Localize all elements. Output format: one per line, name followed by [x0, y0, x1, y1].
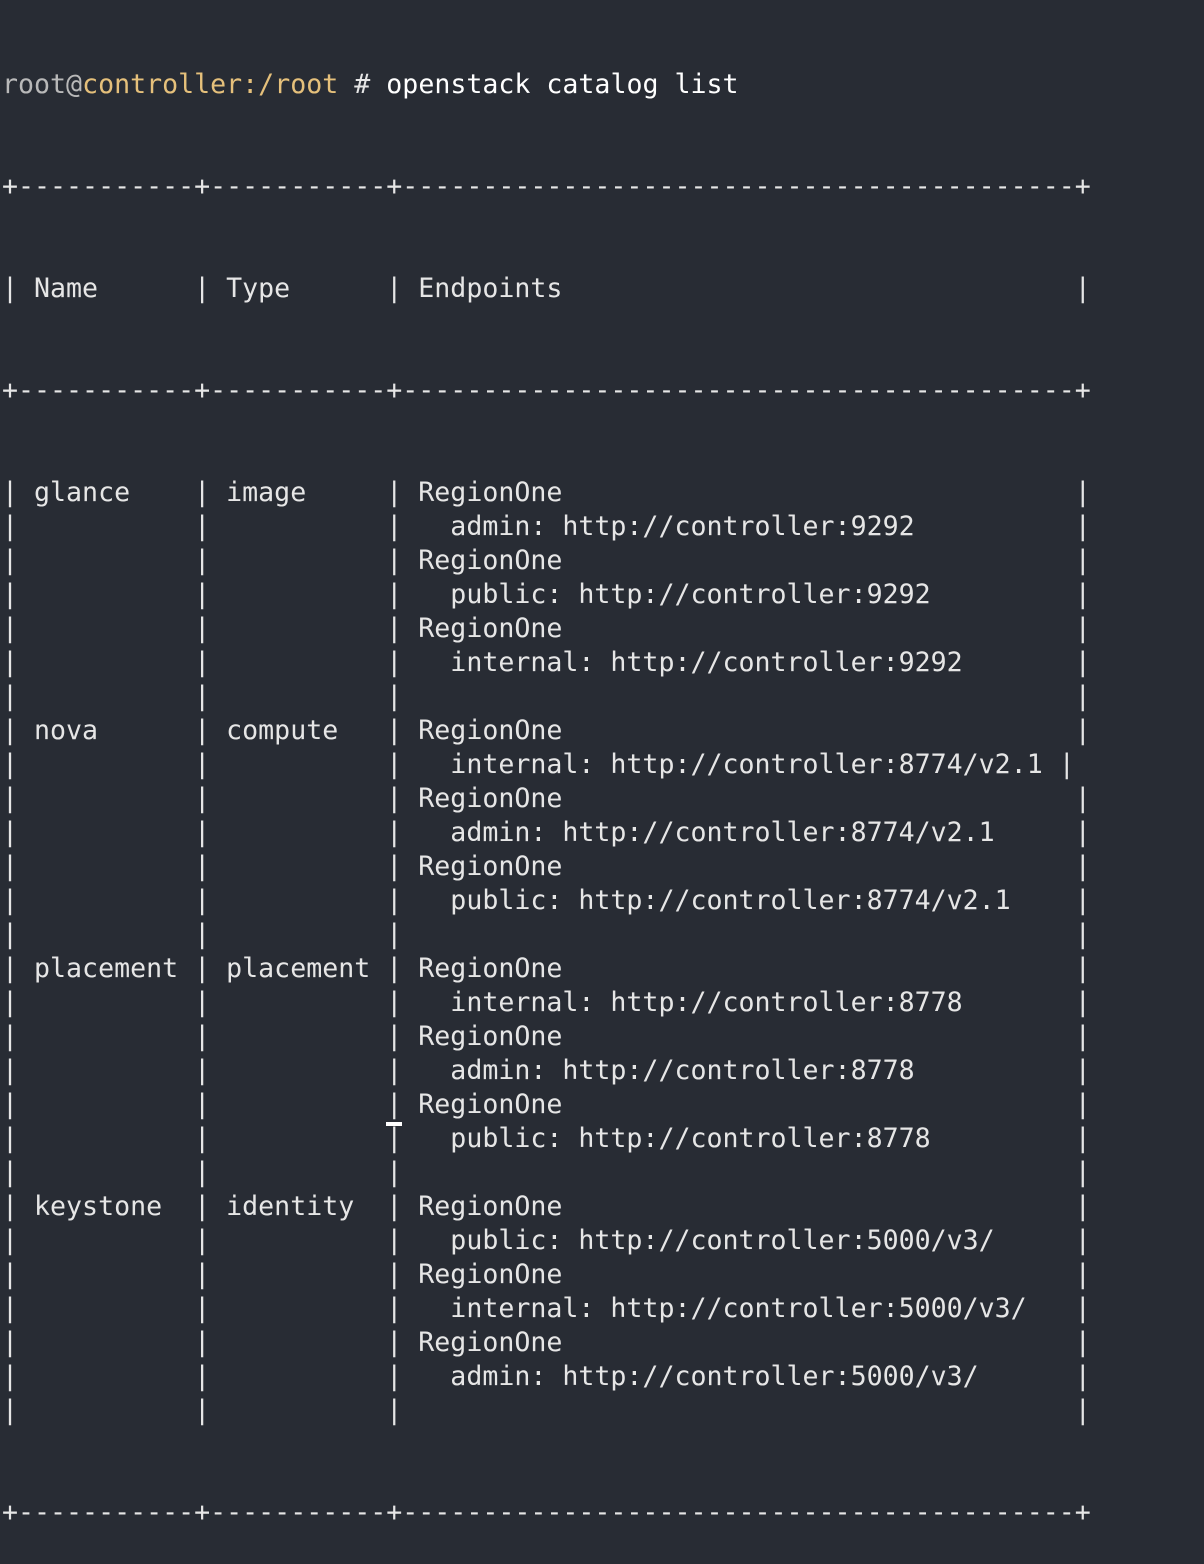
- terminal-cursor[interactable]: [386, 1122, 402, 1126]
- table-row: | placement | placement | RegionOne |: [2, 953, 1091, 984]
- table-row: | | | internal: http://controller:5000/v…: [2, 1293, 1091, 1324]
- table-row: | | | RegionOne |: [2, 1021, 1091, 1052]
- terminal-output: root@controller:/root # openstack catalo…: [2, 0, 1091, 1564]
- table-row: | | | RegionOne |: [2, 851, 1091, 882]
- table-row: | | | public: http://controller:8774/v2.…: [2, 885, 1091, 916]
- table-border-top: +-----------+-----------+---------------…: [2, 171, 1091, 202]
- table-row: | | | |: [2, 1395, 1091, 1426]
- table-row: | | | RegionOne |: [2, 545, 1091, 576]
- table-row: | nova | compute | RegionOne |: [2, 715, 1091, 746]
- table-row: | | | |: [2, 681, 1091, 712]
- prompt-host: controller: [82, 69, 243, 100]
- table-row: | | | public: http://controller:9292 |: [2, 579, 1091, 610]
- table-row: | | | internal: http://controller:8778 |: [2, 987, 1091, 1018]
- table-row: | | | public: http://controller:8778 |: [2, 1123, 1091, 1154]
- table-row: | | | RegionOne |: [2, 1327, 1091, 1358]
- prompt-symbol: #: [338, 69, 387, 100]
- table-header: | Name | Type | Endpoints |: [2, 273, 1091, 304]
- table-row: | | | internal: http://controller:8774/v…: [2, 749, 1075, 780]
- prompt-user: root: [2, 69, 67, 100]
- table-row: | | | admin: http://controller:8774/v2.1…: [2, 817, 1091, 848]
- prompt-at: @: [66, 69, 83, 100]
- table-row: | glance | image | RegionOne |: [2, 477, 1091, 508]
- prompt-line: root@controller:/root # openstack catalo…: [2, 68, 1091, 102]
- table-row: | | | RegionOne |: [2, 783, 1091, 814]
- table-border-separator: +-----------+-----------+---------------…: [2, 375, 1091, 406]
- table-row: | keystone | identity | RegionOne |: [2, 1191, 1091, 1222]
- table-row: | | | RegionOne |: [2, 613, 1091, 644]
- table-row: | | | |: [2, 919, 1091, 950]
- table-row: | | | admin: http://controller:8778 |: [2, 1055, 1091, 1086]
- table-row: | | | admin: http://controller:9292 |: [2, 511, 1091, 542]
- table-border-bottom: +-----------+-----------+---------------…: [2, 1497, 1091, 1528]
- table-row: | | | |: [2, 1157, 1091, 1188]
- table-body: | glance | image | RegionOne | | | | admi…: [2, 476, 1091, 1428]
- prompt-path: :/root: [242, 69, 339, 100]
- command-text: openstack catalog list: [386, 69, 739, 100]
- table-row: | | | admin: http://controller:5000/v3/ …: [2, 1361, 1091, 1392]
- table-row: | | | internal: http://controller:9292 |: [2, 647, 1091, 678]
- table-row: | | | public: http://controller:5000/v3/…: [2, 1225, 1091, 1256]
- table-row: | | | RegionOne |: [2, 1089, 1091, 1120]
- table-row: | | | RegionOne |: [2, 1259, 1091, 1290]
